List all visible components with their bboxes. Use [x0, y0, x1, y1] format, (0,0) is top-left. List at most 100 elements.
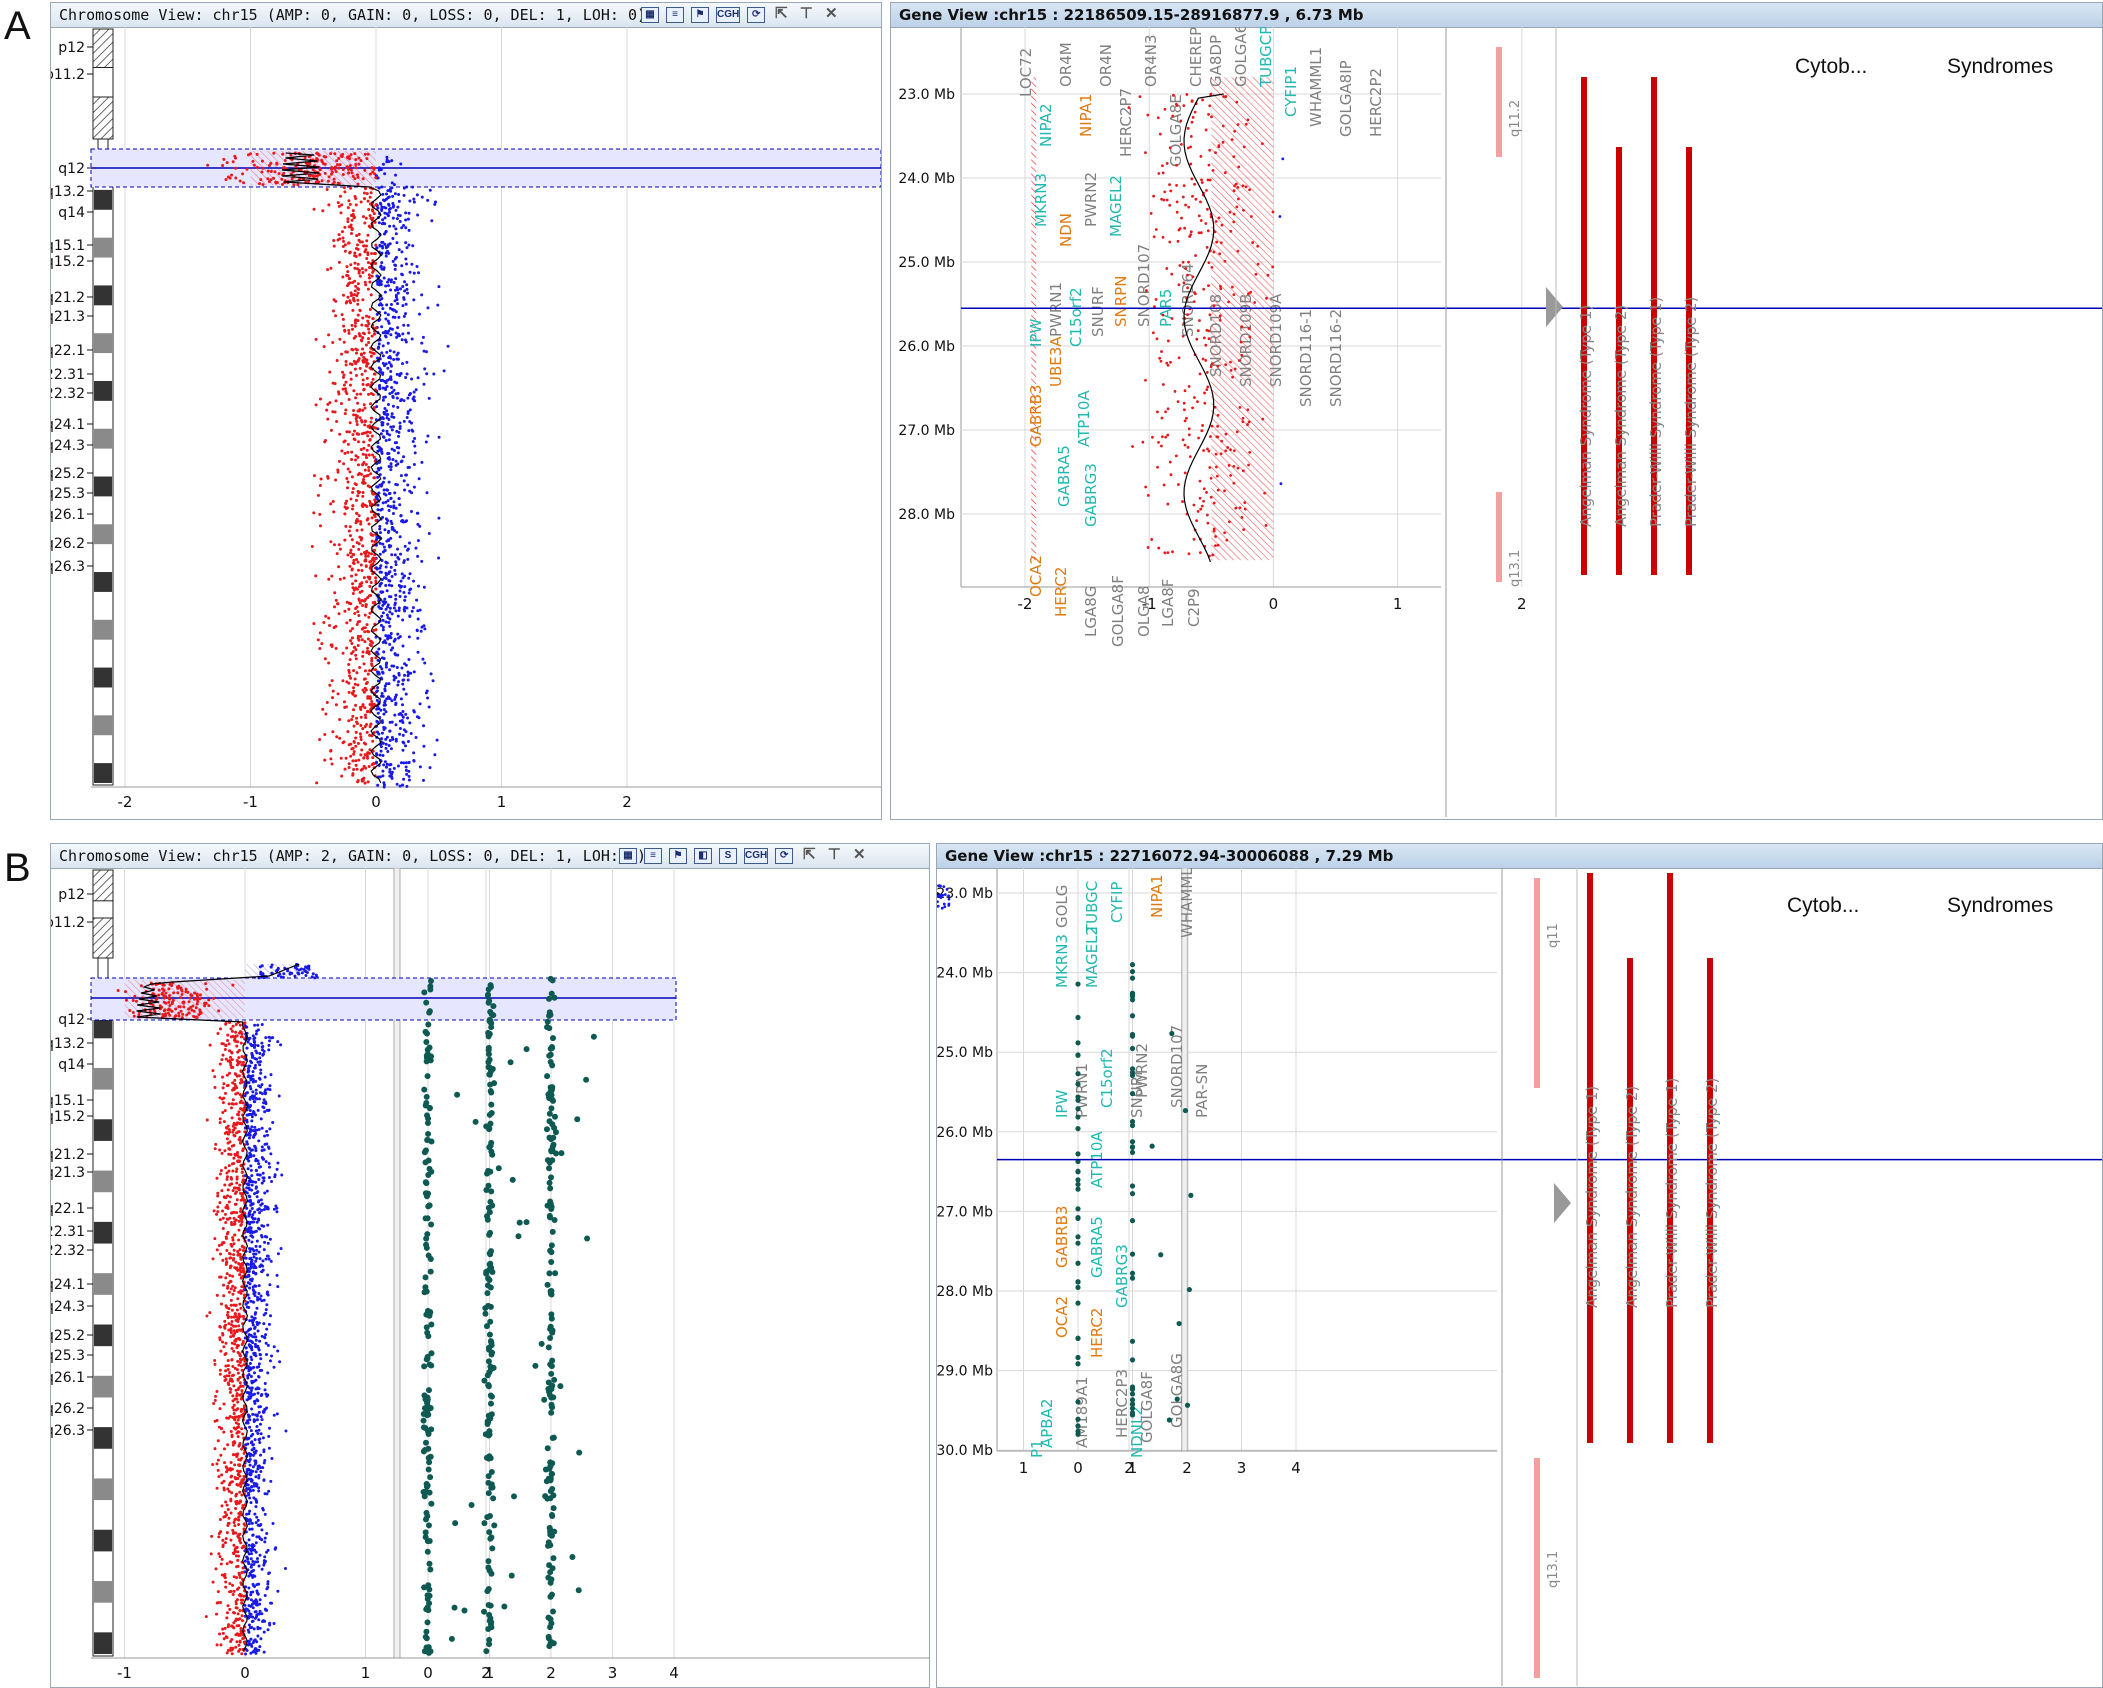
- probe-point: [247, 1543, 251, 1547]
- probe-point: [259, 1469, 263, 1473]
- probe-point: [355, 767, 359, 771]
- probe-point: [344, 502, 348, 506]
- scatter-icon[interactable]: ▦: [619, 848, 637, 864]
- probe-point: [268, 1039, 272, 1043]
- probe-point: [384, 571, 388, 575]
- probe-point: [358, 334, 362, 338]
- refresh-icon[interactable]: ⟳: [775, 848, 794, 864]
- probe-point: [235, 1150, 239, 1154]
- probe-point: [384, 765, 388, 769]
- probe-point: [1162, 198, 1166, 202]
- probe-point: [1193, 396, 1196, 399]
- flag-icon[interactable]: ⚑: [691, 7, 709, 23]
- flag-icon[interactable]: ⚑: [669, 848, 687, 864]
- expand-icon[interactable]: ⇱: [772, 6, 790, 23]
- expand-icon[interactable]: ⇱: [800, 847, 818, 864]
- gene-view-a[interactable]: Gene View :chr15 : 22186509.15-28916877.…: [890, 2, 2103, 820]
- probe-point: [1170, 317, 1174, 320]
- probe-point: [413, 399, 417, 403]
- probe-point: [1241, 469, 1245, 473]
- lines-icon[interactable]: ≡: [644, 848, 662, 864]
- probe-point: [253, 1023, 257, 1027]
- probe-point: [234, 1022, 238, 1026]
- probe-point: [389, 468, 393, 472]
- probe-point: [386, 280, 390, 284]
- pin-icon[interactable]: ⊤: [797, 6, 815, 23]
- scatter-icon[interactable]: ▦: [641, 7, 659, 23]
- s-button[interactable]: S: [719, 848, 737, 864]
- probe-point: [350, 475, 354, 479]
- pin-icon[interactable]: ⊤: [825, 847, 843, 864]
- probe-point: [364, 283, 368, 287]
- probe-point: [254, 1088, 258, 1092]
- probe-point: [168, 997, 172, 1001]
- probe-point: [260, 1126, 264, 1130]
- probe-point: [351, 746, 355, 750]
- probe-point: [374, 326, 378, 330]
- probe-point: [407, 211, 411, 215]
- probe-point: [354, 417, 358, 421]
- probe-point: [275, 162, 279, 166]
- probe-point: [331, 730, 335, 734]
- chromosome-plot-b[interactable]: -2-101201234p12p11.2q12q13.2q14q15.1q15.…: [51, 868, 929, 1686]
- probe-point: [349, 742, 353, 746]
- gene-plot-a[interactable]: 23.0 Mb24.0 Mb25.0 Mb26.0 Mb27.0 Mb28.0 …: [891, 27, 2103, 817]
- probe-point: [235, 1392, 239, 1396]
- probe-point: [260, 1083, 264, 1087]
- probe-point: [396, 683, 400, 687]
- probe-point: [223, 1091, 227, 1095]
- probe-point: [251, 1453, 255, 1457]
- probe-point: [229, 1106, 233, 1110]
- probe-point: [307, 965, 311, 969]
- chromosome-view-a[interactable]: Chromosome View: chr15 (AMP: 0, GAIN: 0,…: [50, 2, 882, 820]
- probe-point: [1200, 178, 1203, 182]
- close-icon[interactable]: ✕: [822, 6, 840, 23]
- probe-point: [379, 590, 383, 594]
- refresh-icon[interactable]: ⟳: [747, 7, 766, 23]
- probe-point: [1210, 424, 1214, 428]
- probe-point: [237, 1262, 241, 1266]
- probe-point: [1174, 454, 1178, 458]
- probe-point: [219, 1275, 223, 1279]
- cgh-button[interactable]: CGH: [744, 848, 769, 864]
- chromosome-plot-a[interactable]: -2-1012p12p11.2q12q13.2q14q15.1q15.2q21.…: [51, 27, 881, 817]
- probe-point: [350, 327, 354, 331]
- probe-point: [249, 1557, 253, 1561]
- probe-point: [234, 1260, 238, 1264]
- band-label: q22.1: [51, 1201, 85, 1217]
- probe-point: [1204, 343, 1208, 347]
- probe-point: [271, 1521, 275, 1525]
- probe-point: [347, 668, 351, 672]
- band-label: q26.3: [51, 1423, 85, 1439]
- chromosome-view-b[interactable]: Chromosome View: chr15 (AMP: 2, GAIN: 0,…: [50, 843, 930, 1688]
- split-icon[interactable]: ◧: [694, 848, 712, 864]
- probe-point: [215, 1176, 219, 1180]
- probe-point: [350, 691, 354, 695]
- probe-point: [358, 732, 362, 736]
- probe-point: [414, 546, 418, 550]
- probe-point: [181, 1012, 185, 1016]
- band-label: q26.1: [51, 507, 85, 523]
- probe-point: [256, 1432, 260, 1436]
- probe-point: [357, 547, 361, 551]
- close-icon[interactable]: ✕: [850, 847, 868, 864]
- band-label: q22.31: [51, 1224, 85, 1240]
- probe-point: [1209, 476, 1213, 480]
- probe-point: [352, 752, 356, 756]
- cgh-button[interactable]: CGH: [716, 7, 741, 23]
- probe-point: [1181, 438, 1185, 442]
- probe-point: [265, 1327, 269, 1331]
- probe-point: [366, 696, 370, 700]
- probe-point: [401, 709, 405, 713]
- probe-point: [362, 191, 366, 195]
- probe-point: [354, 163, 358, 167]
- probe-point: [255, 1613, 259, 1617]
- probe-point: [368, 431, 372, 435]
- probe-point: [1222, 95, 1226, 98]
- probe-point: [247, 1214, 251, 1218]
- ideogram-band: [94, 763, 112, 783]
- probe-point: [335, 163, 339, 167]
- probe-point: [387, 321, 391, 325]
- lines-icon[interactable]: ≡: [666, 7, 684, 23]
- probe-point: [229, 1175, 233, 1179]
